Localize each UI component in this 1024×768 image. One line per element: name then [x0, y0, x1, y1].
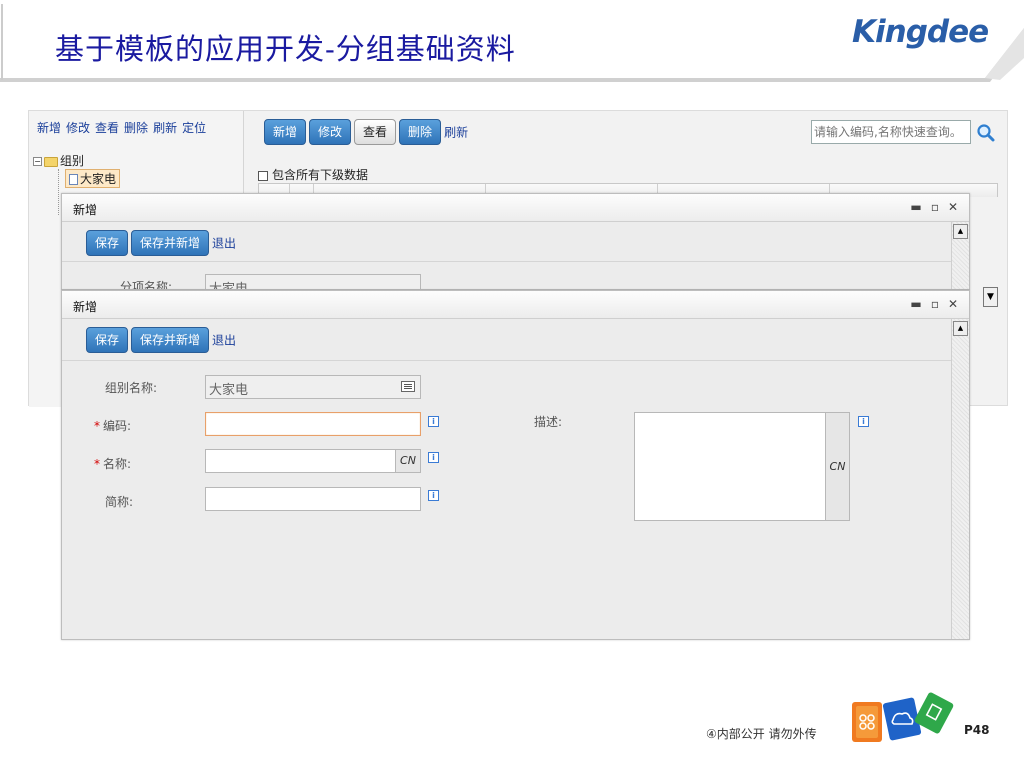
kingdee-logo: Kingdee: [852, 14, 989, 50]
name-input[interactable]: [205, 449, 421, 473]
include-sub-checkbox-row[interactable]: 包含所有下级数据: [258, 166, 368, 183]
page-number: P48: [964, 723, 990, 737]
tree-view-link[interactable]: 查看: [95, 121, 119, 135]
dialog-scrollbar[interactable]: ▲: [951, 319, 969, 639]
list-add-button[interactable]: 新增: [264, 119, 307, 145]
tree-refresh-link[interactable]: 刷新: [153, 121, 177, 135]
info-icon[interactable]: i: [428, 452, 439, 463]
list-refresh-link[interactable]: 刷新: [444, 126, 468, 140]
toolbar-divider: [62, 261, 969, 262]
dialog-title: 新增: [73, 203, 98, 217]
tree-node-label: 大家电: [80, 172, 117, 186]
dialog-toolbar: 保存 保存并新增 退出: [86, 327, 236, 353]
short-name-label: 简称:: [105, 495, 134, 509]
dialog-scrollbar[interactable]: ▲: [951, 222, 969, 289]
tree-edit-link[interactable]: 修改: [66, 121, 90, 135]
maximize-icon[interactable]: ▫: [928, 297, 942, 311]
tree-node-root[interactable]: − 组别: [33, 152, 84, 169]
name-multilang-button[interactable]: CN: [395, 450, 420, 472]
exit-link[interactable]: 退出: [212, 237, 236, 251]
partial-field-input: 大家电: [205, 274, 421, 289]
partial-field-label: 分项名称:: [120, 280, 173, 290]
code-input[interactable]: [205, 412, 421, 436]
toolbar-divider: [62, 360, 969, 361]
save-button[interactable]: 保存: [86, 230, 129, 256]
tree-node-label: 组别: [60, 154, 85, 168]
dialog-title-bar[interactable]: 新增 ▬ ▫ ✕: [62, 291, 969, 319]
minimize-icon[interactable]: ▬: [909, 200, 923, 214]
scroll-up-arrow[interactable]: ▲: [953, 224, 968, 239]
short-name-input[interactable]: [205, 487, 421, 511]
tree-toolbar: 新增 修改 查看 删除 刷新 定位: [37, 119, 211, 136]
name-label: * 名称:: [94, 455, 131, 472]
slide-header: 基于模板的应用开发-分组基础资料 Kingdee: [0, 0, 1024, 82]
dialog-title: 新增: [73, 300, 98, 314]
list-view-button[interactable]: 查看: [354, 119, 397, 145]
info-icon[interactable]: i: [428, 490, 439, 501]
close-icon[interactable]: ✕: [946, 200, 960, 214]
slide-title: 基于模板的应用开发-分组基础资料: [55, 32, 516, 66]
list-toolbar: 新增 修改 查看 删除 刷新: [264, 119, 468, 145]
dialog-title-bar[interactable]: 新增 ▬ ▫ ✕: [62, 194, 969, 222]
scroll-up-arrow[interactable]: ▲: [953, 321, 968, 336]
dialog-toolbar: 保存 保存并新增 退出: [86, 230, 236, 256]
minimize-icon[interactable]: ▬: [909, 297, 923, 311]
code-label-text: 编码:: [103, 419, 132, 433]
description-multilang-button[interactable]: CN: [825, 413, 849, 520]
list-picker-icon[interactable]: [401, 381, 415, 392]
collapse-icon[interactable]: −: [33, 157, 42, 166]
tree-connector: [58, 169, 59, 215]
quick-search-input[interactable]: [811, 120, 971, 144]
add-dialog-back: 新增 ▬ ▫ ✕ 保存 保存并新增 退出 ▲ 分项名称: 大家电: [61, 193, 970, 290]
group-name-input[interactable]: 大家电: [205, 375, 421, 399]
group-name-label: 组别名称:: [105, 381, 158, 395]
folder-icon: [44, 156, 58, 167]
required-marker: *: [94, 457, 100, 471]
slide: 基于模板的应用开发-分组基础资料 Kingdee 新增 修改 查看 删除 刷新 定位 − 组…: [0, 0, 1024, 768]
info-icon[interactable]: i: [428, 416, 439, 427]
info-icon[interactable]: i: [858, 416, 869, 427]
save-and-new-button[interactable]: 保存并新增: [131, 327, 210, 353]
save-and-new-button[interactable]: 保存并新增: [131, 230, 210, 256]
tree-add-link[interactable]: 新增: [37, 121, 61, 135]
include-sub-label: 包含所有下级数据: [272, 168, 369, 182]
code-label: * 编码:: [94, 417, 131, 434]
search-icon[interactable]: [976, 123, 996, 143]
document-icon: [69, 174, 78, 185]
name-label-text: 名称:: [103, 457, 132, 471]
kingdee-cubes-logo: [852, 692, 954, 742]
exit-link[interactable]: 退出: [212, 334, 236, 348]
tree-delete-link[interactable]: 删除: [124, 121, 148, 135]
save-button[interactable]: 保存: [86, 327, 129, 353]
close-icon[interactable]: ✕: [946, 297, 960, 311]
tree-locate-link[interactable]: 定位: [182, 121, 206, 135]
required-marker: *: [94, 419, 100, 433]
description-label: 描述:: [534, 415, 563, 429]
include-sub-checkbox[interactable]: [258, 170, 268, 181]
confidentiality-note: ④内部公开 请勿外传: [706, 727, 817, 741]
description-textarea[interactable]: [634, 412, 850, 521]
grid-scroll-down-arrow[interactable]: ▼: [983, 287, 998, 307]
maximize-icon[interactable]: ▫: [928, 200, 942, 214]
add-dialog-front: 新增 ▬ ▫ ✕ 保存 保存并新增 退出 ▲ 组别名称: 大家电 * 编码: i * 名…: [61, 290, 970, 640]
list-delete-button[interactable]: 删除: [399, 119, 442, 145]
list-edit-button[interactable]: 修改: [309, 119, 352, 145]
tree-node-child[interactable]: 大家电: [65, 169, 121, 188]
